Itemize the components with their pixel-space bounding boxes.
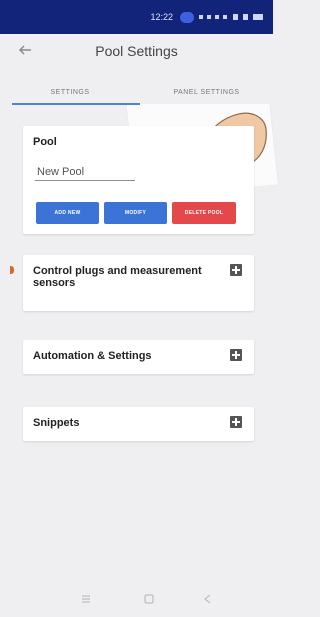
modify-button[interactable]: MODIFY xyxy=(104,202,167,224)
tab-bar: SETTINGS PANEL SETTINGS xyxy=(0,80,273,105)
add-new-button[interactable]: ADD NEW xyxy=(36,202,99,224)
tab-panel-settings[interactable]: PANEL SETTINGS xyxy=(140,80,273,104)
tab-settings[interactable]: SETTINGS xyxy=(0,80,140,104)
active-tab-indicator xyxy=(12,103,140,105)
section-control-plugs[interactable]: Control plugs and measurement sensors xyxy=(23,255,254,311)
plus-icon[interactable] xyxy=(230,349,242,361)
section-title: Automation & Settings xyxy=(33,350,152,362)
section-title: Control plugs and measurement sensors xyxy=(33,265,202,289)
status-icons xyxy=(199,14,263,20)
home-icon[interactable] xyxy=(142,592,156,606)
section-snippets[interactable]: Snippets xyxy=(23,407,254,441)
status-bar: 12:22 xyxy=(0,0,273,34)
section-title: Snippets xyxy=(33,417,80,429)
status-indicator-icon xyxy=(180,11,194,23)
delete-pool-button[interactable]: DELETE POOL xyxy=(172,202,236,224)
plus-icon[interactable] xyxy=(230,416,242,428)
page-title: Pool Settings xyxy=(95,43,178,59)
pool-heading: Pool xyxy=(33,136,57,148)
section-automation[interactable]: Automation & Settings xyxy=(23,340,254,374)
system-nav-bar xyxy=(0,583,273,617)
back-icon[interactable] xyxy=(200,592,214,606)
status-time: 12:22 xyxy=(150,12,173,22)
plus-icon[interactable] xyxy=(230,264,242,276)
pool-name-input[interactable] xyxy=(35,163,135,181)
menu-icon[interactable] xyxy=(79,592,93,606)
app-bar: Pool Settings xyxy=(0,34,273,66)
pool-card: Pool ADD NEW MODIFY DELETE POOL xyxy=(23,126,254,234)
side-marker xyxy=(10,266,14,274)
